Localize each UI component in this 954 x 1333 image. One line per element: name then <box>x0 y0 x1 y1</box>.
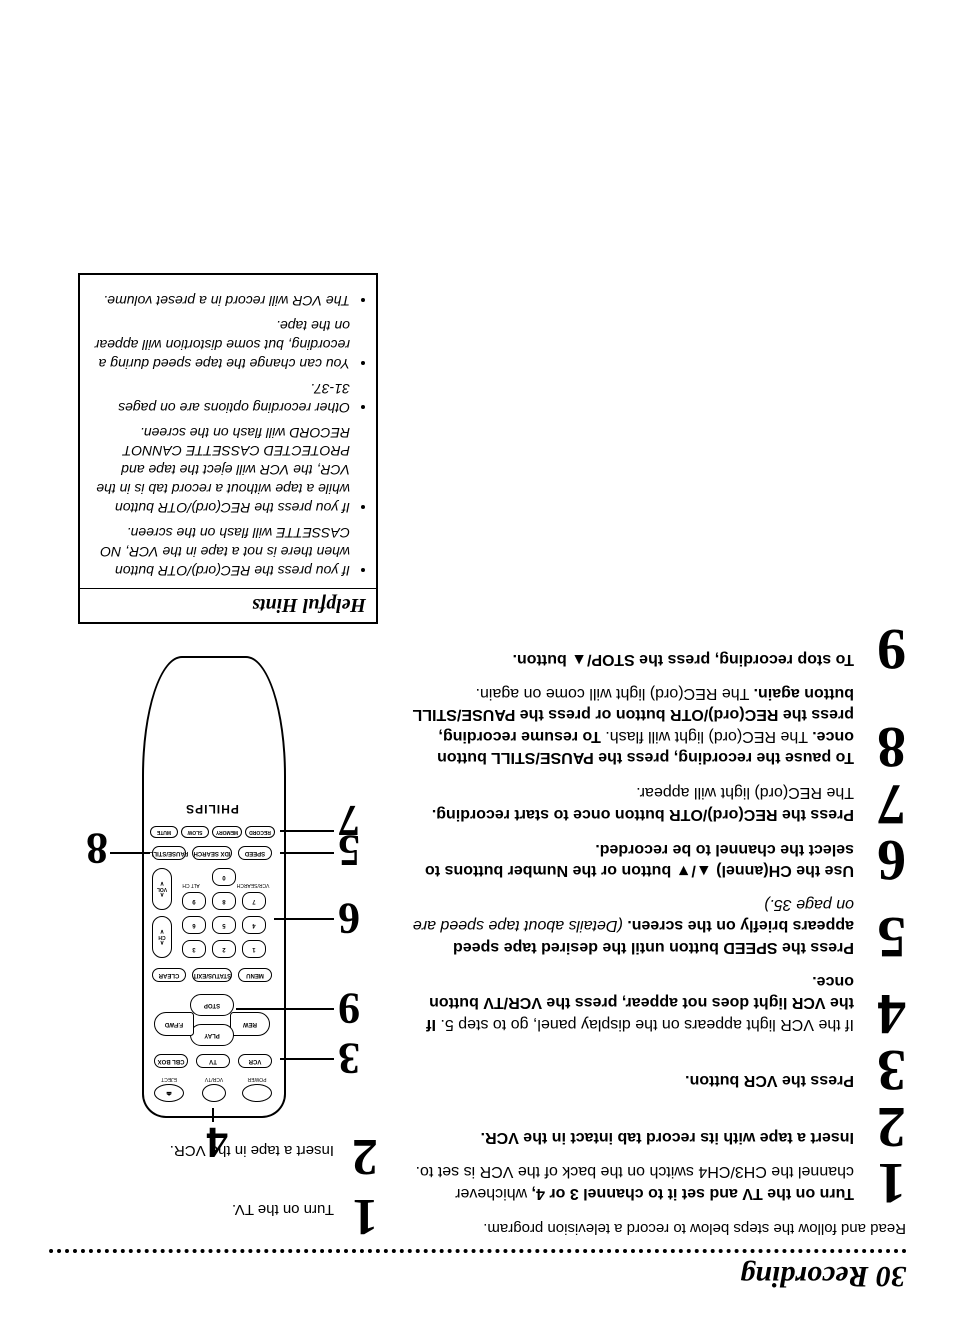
step-number: 1 <box>344 1195 378 1237</box>
memory-button: MEMORY <box>212 826 242 838</box>
num-9: 9 <box>182 892 206 910</box>
callout-9: 9 <box>338 986 360 1030</box>
main-column: Read and follow the steps below to recor… <box>402 616 906 1237</box>
step-number: 6 <box>866 837 906 883</box>
num-0: 0 <box>212 868 236 886</box>
callout-5-line <box>280 852 334 854</box>
step-6: 6 Use the CH(annel) ▲/▼ button or the Nu… <box>402 837 906 883</box>
menu-button: MENU <box>238 968 272 982</box>
hint-item: If you press the REC(ord)/OTR button whe… <box>94 523 350 580</box>
callout-7-line <box>280 830 334 832</box>
step-number: 7 <box>866 780 906 826</box>
status-button: STATUS/EXIT <box>192 968 232 982</box>
num-3: 3 <box>182 940 206 958</box>
power-label: POWER <box>242 1076 272 1082</box>
callout-3-line <box>280 1058 334 1060</box>
hints-title: Helpful Hints <box>80 588 376 622</box>
pause-button: PAUSE/STILL <box>152 846 186 860</box>
vcrsearch-label: VCR/SEARCH <box>234 882 272 888</box>
step-7: 7 Press the REC(ord)/OTR button once to … <box>402 780 906 826</box>
step-text: To stop recording, press the STOP/▲ butt… <box>513 626 854 672</box>
step-text: Use the CH(annel) ▲/▼ button or the Numb… <box>402 837 854 883</box>
hint-item: Other recording options are on pages 31-… <box>94 379 350 417</box>
callout-3: 3 <box>338 1036 360 1080</box>
eject-label: EJECT <box>154 1076 184 1082</box>
altch-label: ALT CH <box>176 882 206 888</box>
num-1: 1 <box>242 940 266 958</box>
side-step-text: Turn on the TV. <box>232 1195 334 1218</box>
step-1: 1 Turn on the TV and set it to channel 3… <box>402 1160 906 1206</box>
callout-4-line <box>212 1108 214 1122</box>
step-4: 4 If the VCR light appears on the displa… <box>402 970 906 1037</box>
num-7: 7 <box>242 892 266 910</box>
idxsearch-button: IDX SEARCH <box>192 846 232 860</box>
step-number: 9 <box>866 626 906 672</box>
step-number: 5 <box>866 893 906 960</box>
brand-label: PHILIPS <box>140 802 284 816</box>
slow-button: SLOW <box>181 826 209 838</box>
callout-6: 6 <box>338 896 360 940</box>
hint-item: You can change the tape speed during a r… <box>94 316 350 373</box>
rule <box>48 1249 906 1253</box>
num-6: 6 <box>182 916 206 934</box>
num-4: 4 <box>242 916 266 934</box>
ffwd-button: F.FWD <box>154 1012 194 1036</box>
cblbox-button: CBL BOX <box>154 1054 188 1068</box>
step-9: 9 To stop recording, press the STOP/▲ bu… <box>402 626 906 672</box>
step-text: To pause the recording, press the PAUSE/… <box>402 682 854 770</box>
callout-8: 8 <box>86 826 108 870</box>
remote-diagram: POWER VCR/TV ⏏ EJECT VCR TV CBL BOX REW … <box>58 638 378 1118</box>
record-button: RECORD <box>245 826 275 838</box>
rew-button: REW <box>230 1012 270 1036</box>
side-step-1: 1 Turn on the TV. <box>232 1195 378 1237</box>
page-title: Recording <box>740 1260 868 1293</box>
side-step-2: 2 Insert a tape in the VCR. <box>170 1136 378 1178</box>
callout-9-line <box>236 1008 334 1010</box>
step-text: If the VCR light appears on the display … <box>402 970 854 1037</box>
callout-7: 7 <box>338 798 360 842</box>
step-text: Turn on the TV and set it to channel 3 o… <box>402 1160 854 1206</box>
intro-text: Read and follow the steps below to recor… <box>402 1220 906 1237</box>
step-3: 3 Press the VCR button. <box>402 1047 906 1093</box>
step-number: 2 <box>344 1136 378 1178</box>
callout-6-line <box>274 918 334 920</box>
step-5: 5 Press the SPEED button until the desir… <box>402 893 906 960</box>
step-number: 2 <box>866 1103 906 1149</box>
vol-rocker: ∧VOL∨ <box>152 868 172 910</box>
hint-item: The VCR will record in a preset volume. <box>94 291 350 310</box>
vcrtv-button <box>202 1084 226 1102</box>
step-text: Insert a tape with its record tab intact… <box>481 1103 854 1149</box>
mute-button: MUTE <box>150 826 178 838</box>
side-column: 1 Turn on the TV. 2 Insert a tape in the… <box>48 273 378 1237</box>
step-number: 8 <box>866 682 906 770</box>
speed-button: SPEED <box>238 846 272 860</box>
num-2: 2 <box>212 940 236 958</box>
num-5: 5 <box>212 916 236 934</box>
callout-4: 4 <box>206 1120 228 1164</box>
helpful-hints-box: Helpful Hints If you press the REC(ord)/… <box>78 273 378 623</box>
ch-rocker: ∧CH∨ <box>152 916 172 958</box>
eject-button: ⏏ <box>154 1084 184 1102</box>
step-number: 4 <box>866 970 906 1037</box>
remote-body: POWER VCR/TV ⏏ EJECT VCR TV CBL BOX REW … <box>142 656 286 1118</box>
tv-button: TV <box>196 1054 230 1068</box>
clear-button: CLEAR <box>152 968 186 982</box>
step-text: Press the SPEED button until the desired… <box>402 893 854 960</box>
step-text: Press the REC(ord)/OTR button once to st… <box>432 780 854 826</box>
step-2: 2 Insert a tape with its record tab inta… <box>402 1103 906 1149</box>
step-number: 3 <box>866 1047 906 1093</box>
vcrtv-label: VCR/TV <box>196 1076 232 1082</box>
page-number: 30 <box>876 1260 906 1293</box>
play-button: PLAY <box>190 1024 234 1046</box>
num-8: 8 <box>212 892 236 910</box>
callout-8-line <box>110 852 150 854</box>
stop-button: STOP <box>190 994 234 1016</box>
power-button <box>242 1084 272 1102</box>
vcr-button: VCR <box>238 1054 272 1068</box>
step-text: Press the VCR button. <box>685 1047 854 1093</box>
hint-item: If you press the REC(ord)/OTR button whi… <box>94 423 350 517</box>
step-8: 8 To pause the recording, press the PAUS… <box>402 682 906 770</box>
side-step-text: Insert a tape in the VCR. <box>170 1136 334 1159</box>
step-number: 1 <box>866 1160 906 1206</box>
